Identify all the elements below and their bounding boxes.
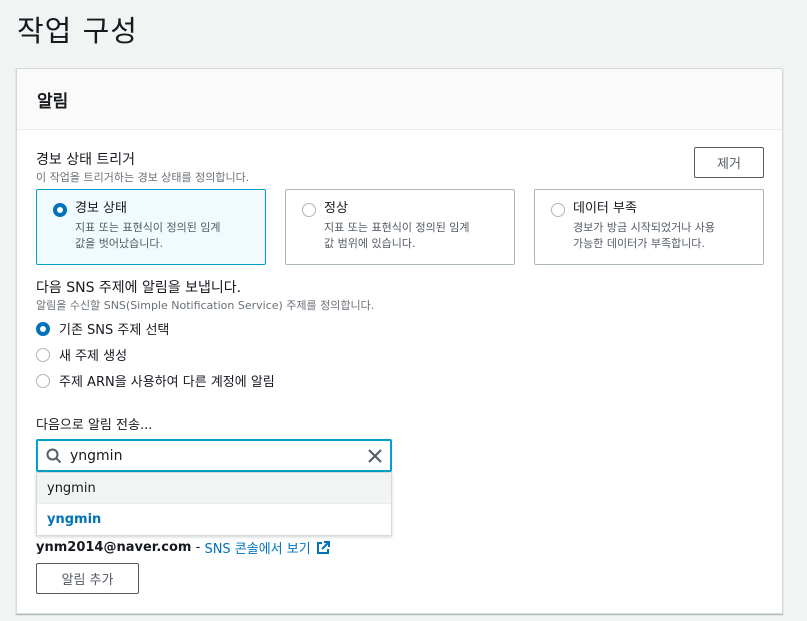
endpoint-email: ynm2014@naver.com (36, 540, 192, 555)
option-topic-arn[interactable]: 주제 ARN을 사용하여 다른 계정에 알림 (36, 371, 275, 390)
alarm-state-trigger-description: 이 작업을 트리거하는 경보 상태를 정의합니다. (36, 171, 250, 184)
tile-desc-line1: 경보가 방금 시작되었거나 사용 (573, 221, 716, 234)
tile-desc-line2: 값 범위에 있습니다. (324, 237, 416, 250)
sns-topic-description: 알림을 수신할 SNS(Simple Notification Service)… (36, 299, 375, 312)
radio-ok[interactable] (302, 203, 316, 217)
suggestion-item[interactable]: yngmin (37, 504, 391, 535)
sns-topic-label: 다음 SNS 주제에 알림을 보냅니다. (36, 280, 242, 296)
notification-panel: 알림 경보 상태 트리거 이 작업을 트리거하는 경보 상태를 정의합니다. 제… (16, 68, 783, 614)
tile-desc-line2: 가능한 데이터가 부족합니다. (573, 237, 705, 250)
topic-suggestions-list: yngmin yngmin (36, 472, 392, 536)
radio-new-topic[interactable] (36, 347, 50, 362)
endpoint-separator: - (191, 540, 205, 555)
option-existing-topic[interactable]: 기존 SNS 주제 선택 (36, 319, 169, 338)
radio-insufficient-data[interactable] (551, 203, 565, 217)
clear-icon[interactable] (360, 448, 390, 463)
add-notification-button[interactable]: 알림 추가 (36, 563, 139, 594)
tile-desc-line1: 지표 또는 표현식이 정의된 임계 (324, 221, 470, 234)
search-value[interactable]: yngmin (70, 448, 360, 464)
tile-ok[interactable]: 정상 지표 또는 표현식이 정의된 임계 값 범위에 있습니다. (285, 189, 515, 265)
alarm-state-trigger-label: 경보 상태 트리거 (36, 152, 136, 168)
external-link-icon[interactable] (316, 540, 330, 555)
option-label: 새 주제 생성 (59, 349, 128, 364)
radio-in-alarm[interactable] (53, 203, 67, 217)
page-title: 작업 구성 (17, 14, 138, 48)
endpoint-row: ynm2014@naver.com - SNS 콘솔에서 보기 (36, 538, 330, 557)
search-icon (38, 448, 70, 464)
option-new-topic[interactable]: 새 주제 생성 (36, 345, 127, 364)
remove-button[interactable]: 제거 (694, 147, 764, 178)
tile-in-alarm[interactable]: 경보 상태 지표 또는 표현식이 정의된 임계 값을 벗어났습니다. (36, 189, 266, 265)
send-to-label: 다음으로 알림 전송... (36, 418, 153, 433)
tile-title: 경보 상태 (75, 201, 127, 216)
tile-title: 정상 (324, 201, 348, 216)
radio-topic-arn[interactable] (36, 373, 50, 388)
tile-desc-line1: 지표 또는 표현식이 정의된 임계 (75, 221, 221, 234)
option-label: 기존 SNS 주제 선택 (59, 323, 170, 338)
sns-console-link[interactable]: SNS 콘솔에서 보기 (204, 538, 310, 557)
tile-insufficient-data[interactable]: 데이터 부족 경보가 방금 시작되었거나 사용 가능한 데이터가 부족합니다. (534, 189, 764, 265)
tile-desc-line2: 값을 벗어났습니다. (75, 237, 163, 250)
panel-header: 알림 (17, 69, 782, 130)
option-label: 주제 ARN을 사용하여 다른 계정에 알림 (59, 375, 275, 390)
radio-existing-topic[interactable] (36, 321, 50, 336)
suggestion-item[interactable]: yngmin (37, 473, 391, 504)
topic-search-input[interactable]: yngmin (36, 439, 392, 472)
tile-title: 데이터 부족 (573, 201, 637, 216)
